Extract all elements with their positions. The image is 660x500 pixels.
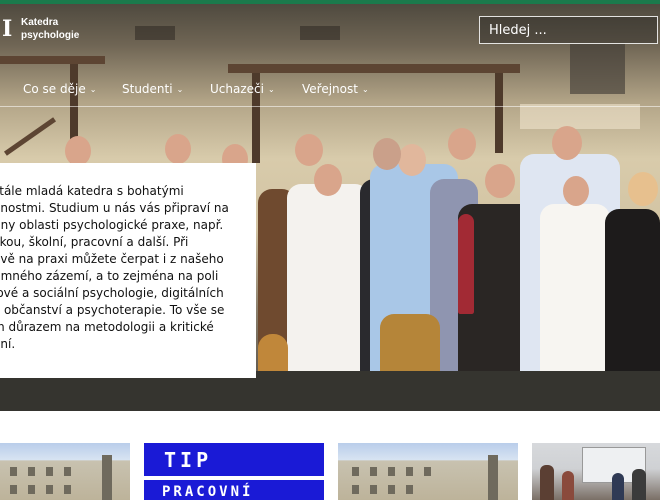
- nav-item-label: Uchazeči: [210, 82, 264, 96]
- news-card-4[interactable]: [532, 443, 660, 500]
- chevron-down-icon: ⌄: [361, 84, 369, 94]
- chevron-down-icon: ⌄: [89, 84, 97, 94]
- logo-text: Katedra psychologie: [21, 16, 79, 42]
- tip-title: TIP: [144, 443, 324, 476]
- site-logo[interactable]: I Katedra psychologie: [0, 14, 79, 44]
- logo-line-2: psychologie: [21, 30, 80, 41]
- nav-item-label: Co se děje: [23, 82, 86, 96]
- nav-item-studenti[interactable]: Studenti ⌄: [122, 82, 183, 96]
- nav-item-co-se-deje[interactable]: Co se děje ⌄: [23, 82, 96, 96]
- nav-item-label: Studenti: [122, 82, 173, 96]
- chevron-down-icon: ⌄: [267, 84, 275, 94]
- search-box: [479, 16, 660, 44]
- nav-divider: [0, 106, 660, 107]
- news-card-3[interactable]: [338, 443, 518, 500]
- intro-text: stále mladá katedra s bohatými enostmi. …: [0, 184, 229, 351]
- intro-box: stále mladá katedra s bohatými enostmi. …: [0, 163, 256, 378]
- main-nav: Co se děje ⌄ Studenti ⌄ Uchazeči ⌄ Veřej…: [0, 78, 660, 108]
- nav-item-uchazeci[interactable]: Uchazeči ⌄: [210, 82, 275, 96]
- search-input[interactable]: [480, 16, 660, 44]
- news-cards: TIP PRACOVNÍ: [0, 443, 660, 500]
- tip-subtitle: PRACOVNÍ: [144, 480, 324, 500]
- logo-mark: I: [2, 16, 13, 42]
- nav-item-label: Veřejnost: [302, 82, 358, 96]
- news-card-1[interactable]: [0, 443, 130, 500]
- nav-item-verejnost[interactable]: Veřejnost ⌄: [302, 82, 369, 96]
- logo-line-1: Katedra: [21, 17, 59, 28]
- news-card-tip[interactable]: TIP PRACOVNÍ: [144, 443, 324, 500]
- chevron-down-icon: ⌄: [176, 84, 184, 94]
